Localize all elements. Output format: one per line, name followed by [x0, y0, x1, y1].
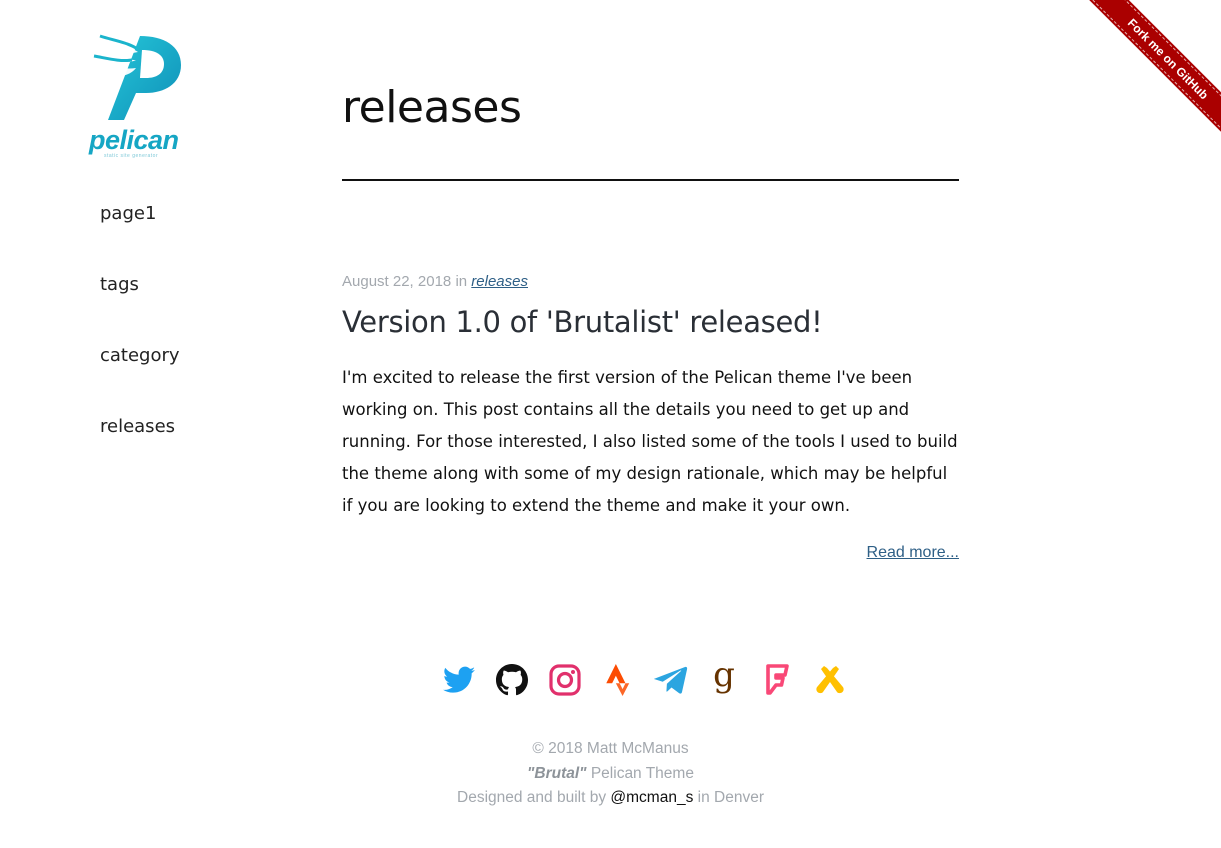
footer-credit-line: Designed and built by @mcman_s in Denver	[0, 786, 1221, 811]
github-icon	[495, 664, 528, 696]
sidebar-item-page1: page1	[100, 203, 180, 274]
logo-tagline: static site generator	[104, 153, 159, 159]
sidebar-item-releases: releases	[100, 416, 180, 487]
nav-link-releases[interactable]: releases	[100, 416, 175, 437]
footer-theme-name: "Brutal"	[527, 764, 587, 782]
footer-author-handle[interactable]: @mcman_s	[610, 789, 693, 806]
post-meta: August 22, 2018 in releases	[342, 273, 528, 290]
telegram-link[interactable]	[653, 662, 688, 698]
page-title: releases	[342, 82, 522, 133]
sidebar-item-tags: tags	[100, 274, 180, 345]
footer-copyright: © 2018 Matt McManus	[532, 740, 689, 757]
post-title[interactable]: Version 1.0 of 'Brutalist' released!	[342, 305, 823, 339]
instagram-link[interactable]	[547, 662, 582, 698]
read-more-link[interactable]: Read more...	[867, 544, 959, 562]
post-date: August 22, 2018	[342, 273, 452, 290]
social-links: g	[441, 662, 847, 698]
logo-wordmark: pelican	[89, 125, 179, 155]
foursquare-link[interactable]	[759, 662, 794, 698]
github-ribbon-container: Fork me on GitHub	[1071, 0, 1221, 150]
nav-link-category[interactable]: category	[100, 345, 180, 366]
telegram-icon	[653, 666, 687, 694]
pelican-logo[interactable]: pelican static site generator	[86, 32, 186, 162]
instagram-icon	[548, 664, 581, 696]
pelican-bird-icon	[93, 34, 181, 120]
post-title-text[interactable]: Version 1.0 of 'Brutalist' released!	[342, 305, 823, 339]
foursquare-icon	[765, 664, 789, 695]
goodreads-link[interactable]: g	[706, 662, 741, 698]
footer: © 2018 Matt McManus "Brutal" Pelican The…	[0, 737, 1221, 811]
fork-me-github-ribbon[interactable]: Fork me on GitHub	[1085, 0, 1221, 142]
goodreads-icon: g	[713, 662, 735, 695]
post-meta-in: in	[455, 273, 468, 290]
post-category-link[interactable]: releases	[471, 273, 528, 290]
untappd-icon	[815, 666, 844, 694]
strava-icon	[605, 664, 629, 696]
nav-link-page1[interactable]: page1	[100, 203, 156, 224]
github-link[interactable]	[494, 662, 529, 698]
sidebar-nav: page1 tags category releases	[100, 203, 180, 487]
footer-theme-line: "Brutal" Pelican Theme	[0, 762, 1221, 787]
footer-built-prefix: Designed and built by	[457, 789, 607, 806]
footer-theme-suffix: Pelican Theme	[590, 764, 694, 782]
untappd-link[interactable]	[812, 662, 847, 698]
title-divider	[342, 179, 959, 181]
post-summary: I'm excited to release the first version…	[342, 368, 958, 515]
twitter-icon	[442, 666, 475, 693]
sidebar-item-category: category	[100, 345, 180, 416]
svg-text:g: g	[713, 662, 735, 695]
strava-link[interactable]	[600, 662, 635, 698]
twitter-link[interactable]	[441, 662, 476, 698]
footer-built-suffix: in Denver	[697, 789, 764, 806]
nav-link-tags[interactable]: tags	[100, 274, 139, 295]
